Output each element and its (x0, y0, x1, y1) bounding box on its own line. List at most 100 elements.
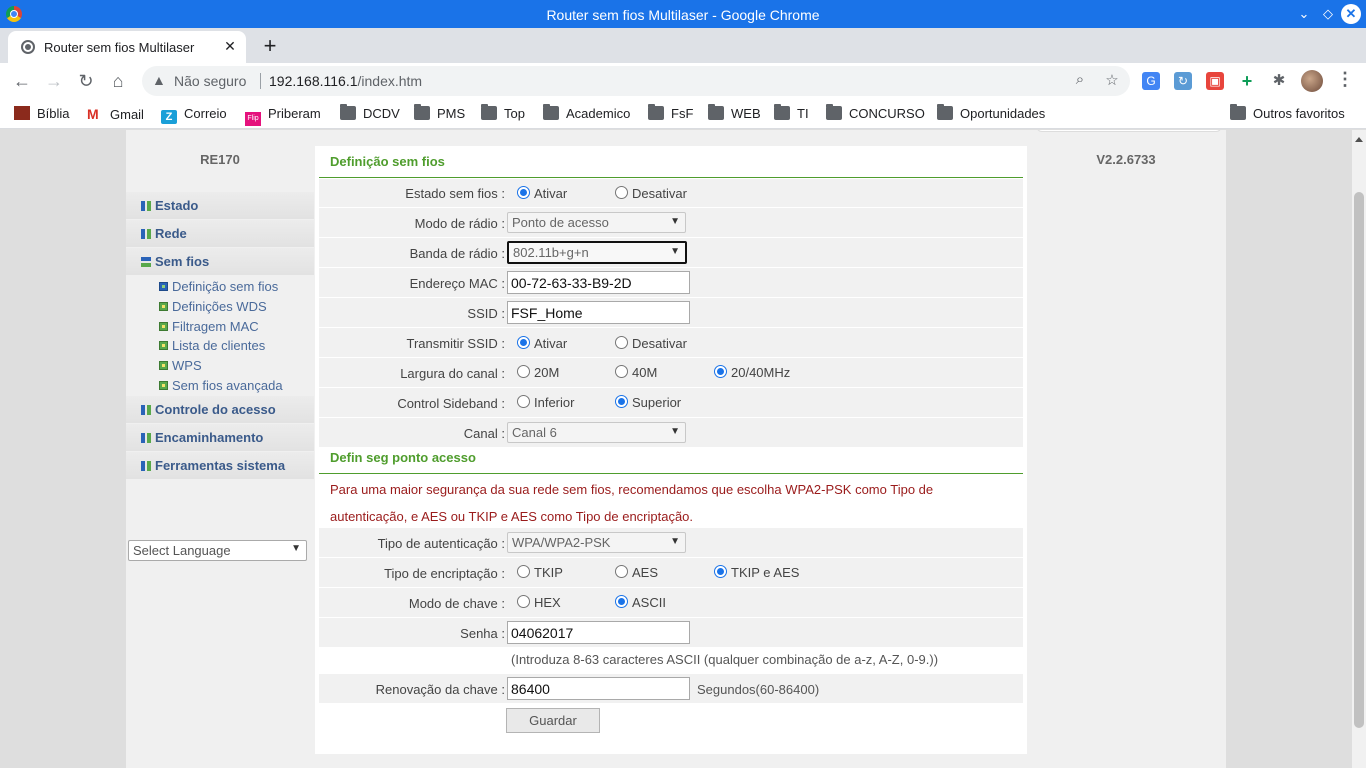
radio-key-hex[interactable] (517, 595, 530, 608)
sidebar-item-filtragem-mac[interactable]: Filtragem MAC (126, 317, 314, 337)
bookmark-folder-dcdv[interactable]: DCDV (340, 104, 400, 121)
page-icon (159, 341, 168, 351)
bookmark-label: WEB (731, 106, 761, 121)
mac-address-field[interactable]: 00-72-63-33-B9-2D (507, 271, 690, 294)
chevron-down-icon: ▼ (670, 246, 680, 257)
radio-enc-tkip-aes[interactable] (714, 565, 727, 578)
bookmark-label: Priberam (268, 106, 321, 121)
key-renewal-field[interactable]: 86400 (507, 677, 690, 700)
security-label[interactable]: Não seguro (174, 73, 246, 89)
folder-icon (414, 104, 430, 120)
radio-sideband-inferior[interactable] (517, 395, 530, 408)
radio-width-20-40mhz[interactable] (714, 365, 727, 378)
folder-icon (648, 104, 664, 120)
radio-sideband-superior[interactable] (615, 395, 628, 408)
back-icon[interactable]: ← (10, 69, 34, 93)
page-viewport: RE170 V2.2.6733 Estado Rede Sem fios Def… (0, 130, 1352, 768)
field-label: Modo de chave : (408, 596, 505, 611)
radio-wireless-desativar[interactable] (615, 186, 628, 199)
sidebar-item-definicao-sem-fios[interactable]: Definição sem fios (126, 277, 314, 297)
url-text[interactable]: 192.168.116.1/index.htm (269, 73, 422, 89)
radio-key-ascii[interactable] (615, 595, 628, 608)
sidebar-item-wds[interactable]: Definições WDS (126, 297, 314, 317)
auth-type-select[interactable]: WPA/WPA2-PSK ▼ (507, 532, 686, 553)
zoom-icon[interactable]: ⌕ (1070, 71, 1090, 88)
warning-icon[interactable]: ▲ (152, 72, 166, 88)
globe-icon (21, 40, 35, 54)
section-title-wireless: Definição sem fios (319, 146, 1023, 178)
sidebar-item-wps[interactable]: WPS (126, 356, 314, 376)
sidebar-group-rede[interactable]: Rede (126, 220, 314, 247)
radio-enc-aes[interactable] (615, 565, 628, 578)
page-scrollbar[interactable] (1352, 130, 1366, 768)
row-senha: Senha : 04062017 (319, 618, 1023, 647)
reload-icon[interactable]: ↻ (74, 69, 98, 93)
bookmark-folder-concurso[interactable]: CONCURSO (826, 104, 925, 121)
bookmark-folder-oportunidades[interactable]: Oportunidades (937, 104, 1045, 121)
tab-close-icon[interactable]: ✕ (222, 38, 238, 55)
radio-mode-select[interactable]: Ponto de acesso ▼ (507, 212, 686, 233)
close-window-icon[interactable]: ✕ (1341, 4, 1361, 24)
radio-enc-tkip[interactable] (517, 565, 530, 578)
ssid-field[interactable]: FSF_Home (507, 301, 690, 324)
sidebar-group-label: Controle do acesso (155, 401, 276, 417)
password-field[interactable]: 04062017 (507, 621, 690, 644)
sidebar-group-ferramentas[interactable]: Ferramentas sistema (126, 451, 314, 479)
key-renewal-unit: Segundos(60-86400) (697, 682, 820, 697)
tab-router[interactable]: Router sem fios Multilaser ✕ (8, 31, 246, 63)
scroll-up-icon[interactable] (1355, 137, 1363, 142)
sidebar-item-lista-clientes[interactable]: Lista de clientes (126, 336, 314, 356)
scrollbar-thumb[interactable] (1354, 192, 1364, 728)
bookmark-folder-web[interactable]: WEB (708, 104, 761, 121)
bookmark-biblia[interactable]: Bíblia (14, 106, 70, 121)
save-button[interactable]: Guardar (506, 708, 600, 733)
extensions-puzzle-icon[interactable]: ✱ (1270, 72, 1288, 90)
bookmark-correio[interactable]: Z Correio (161, 106, 227, 124)
radio-broadcast-desativar[interactable] (615, 336, 628, 349)
radio-wireless-ativar[interactable] (517, 186, 530, 199)
sidebar-group-encaminhamento[interactable]: Encaminhamento (126, 423, 314, 451)
radio-width-40m[interactable] (615, 365, 628, 378)
profile-avatar[interactable] (1301, 70, 1323, 92)
page-icon (159, 380, 168, 390)
radio-label: Superior (632, 395, 682, 410)
bookmark-star-icon[interactable]: ☆ (1102, 71, 1122, 89)
sync-extension-icon[interactable]: ↻ (1174, 72, 1192, 90)
bookmark-folder-ti[interactable]: TI (774, 104, 809, 121)
router-frame: RE170 V2.2.6733 Estado Rede Sem fios Def… (126, 130, 1226, 768)
forward-icon[interactable]: → (42, 69, 66, 93)
bookmark-folder-fsf[interactable]: FsF (648, 104, 693, 121)
language-select[interactable]: Select Language ▼ (128, 540, 307, 561)
bookmark-gmail[interactable]: M Gmail (87, 106, 144, 122)
channel-select[interactable]: Canal 6 ▼ (507, 422, 686, 443)
chrome-menu-icon[interactable]: ⋮ (1336, 69, 1354, 90)
bookmark-folder-pms[interactable]: PMS (414, 104, 465, 121)
sidebar-group-sem-fios[interactable]: Sem fios (126, 248, 314, 275)
address-bar[interactable]: ▲ Não seguro 192.168.116.1/index.htm ⌕ ☆ (142, 66, 1130, 96)
field-label: Renovação da chave : (375, 682, 505, 697)
sidebar-item-label: Filtragem MAC (172, 318, 259, 334)
radio-band-select[interactable]: 802.11b+g+n ▼ (507, 241, 687, 264)
bookmark-other-favorites[interactable]: Outros favoritos (1230, 104, 1345, 121)
minimize-icon[interactable]: ⌄ (1294, 4, 1314, 24)
select-value: Canal 6 (512, 425, 557, 440)
bookmark-folder-academico[interactable]: Academico (543, 104, 630, 121)
sidebar-group-controle-acesso[interactable]: Controle do acesso (126, 395, 314, 423)
radio-width-20m[interactable] (517, 365, 530, 378)
page-icon (159, 301, 168, 311)
tab-strip: Router sem fios Multilaser ✕ + (0, 28, 1366, 63)
radio-broadcast-ativar[interactable] (517, 336, 530, 349)
sidebar-group-estado[interactable]: Estado (126, 192, 314, 219)
bookmark-priberam[interactable]: Flip Priberam (245, 106, 321, 126)
row-estado-sem-fios: Estado sem fios : Ativar Desativar (319, 179, 1023, 207)
translate-extension-icon[interactable]: G (1142, 72, 1160, 90)
plus-extension-icon[interactable]: + (1238, 72, 1256, 90)
sidebar-item-sem-fios-avancada[interactable]: Sem fios avançada (126, 376, 314, 396)
new-tab-icon[interactable]: + (258, 33, 282, 59)
restore-icon[interactable]: ◇ (1318, 4, 1338, 24)
bookmark-folder-top[interactable]: Top (481, 104, 525, 121)
bible-icon (14, 106, 30, 120)
home-icon[interactable]: ⌂ (106, 69, 130, 93)
screen-extension-icon[interactable]: ▣ (1206, 72, 1224, 90)
folder-icon (340, 104, 356, 120)
